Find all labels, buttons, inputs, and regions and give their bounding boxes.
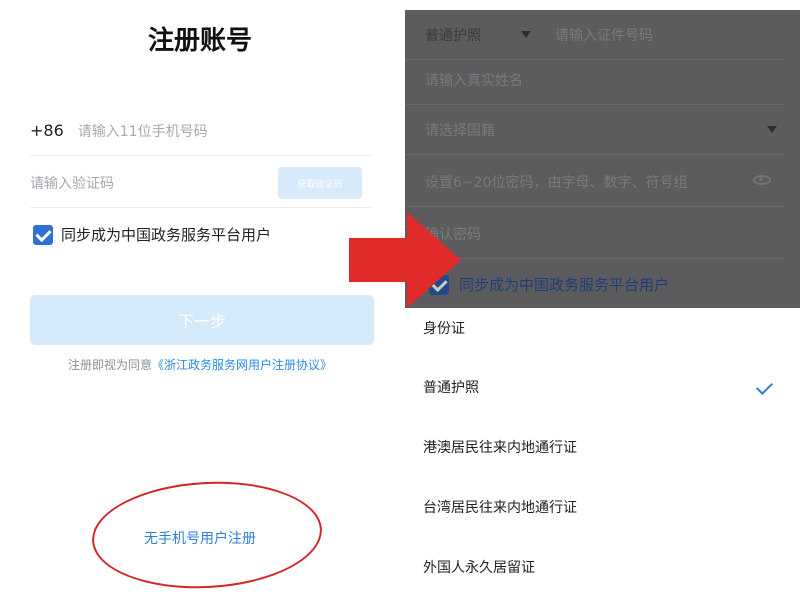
chevron-down-icon bbox=[521, 31, 531, 38]
nationality-row[interactable]: 请选择国籍 bbox=[405, 105, 785, 155]
option-passport[interactable]: 普通护照 bbox=[423, 372, 783, 402]
chevron-down-icon bbox=[767, 126, 777, 133]
password-row[interactable]: 设置6~20位密码，由字母、数字、符号组 bbox=[405, 157, 785, 207]
real-name-input[interactable]: 请输入真实姓名 bbox=[425, 70, 523, 90]
agreement-link[interactable]: 《浙江政务服务网用户注册协议》 bbox=[152, 358, 332, 372]
option-hk-macao-permit[interactable]: 港澳居民往来内地通行证 bbox=[423, 432, 783, 462]
checkmark-icon bbox=[756, 378, 773, 395]
country-code[interactable]: +86 bbox=[30, 121, 64, 140]
phone-input[interactable]: 请输入11位手机号码 bbox=[78, 121, 208, 141]
get-code-button[interactable]: 获取验证码 bbox=[278, 167, 362, 199]
document-number-input[interactable]: 请输入证件号码 bbox=[555, 25, 653, 45]
arrow-right-icon bbox=[349, 212, 461, 308]
verification-code-input[interactable]: 请输入验证码 bbox=[30, 173, 114, 193]
agreement-text: 注册即视为同意《浙江政务服务网用户注册协议》 bbox=[0, 356, 400, 373]
password-input[interactable]: 设置6~20位密码，由字母、数字、符号组 bbox=[425, 172, 687, 192]
next-button[interactable]: 下一步 bbox=[30, 295, 374, 345]
document-type-sheet: 身份证 普通护照 港澳居民往来内地通行证 台湾居民往来内地通行证 外国人永久居留… bbox=[405, 308, 800, 600]
document-type-select[interactable]: 普通护照 bbox=[425, 25, 481, 45]
sync-checkbox[interactable] bbox=[33, 224, 53, 245]
phone-input-row[interactable]: +86 请输入11位手机号码 bbox=[30, 106, 372, 156]
verification-code-row[interactable]: 请输入验证码 获取验证码 bbox=[30, 158, 372, 208]
page-title: 注册账号 bbox=[147, 26, 252, 56]
eye-icon[interactable] bbox=[753, 175, 771, 185]
option-label: 外国人永久居留证 bbox=[423, 560, 535, 576]
sync-checkbox-label: 同步成为中国政务服务平台用户 bbox=[61, 226, 272, 244]
phone-registration-panel: 注册账号 +86 请输入11位手机号码 请输入验证码 获取验证码 同步成为中国政… bbox=[0, 0, 400, 600]
option-permanent-residence[interactable]: 外国人永久居留证 bbox=[423, 552, 783, 582]
highlight-ellipse bbox=[89, 476, 325, 594]
option-label: 港澳居民往来内地通行证 bbox=[423, 440, 577, 456]
sync-checkbox-row[interactable]: 同步成为中国政务服务平台用户 bbox=[33, 224, 271, 245]
option-label: 台湾居民往来内地通行证 bbox=[423, 500, 577, 516]
nationality-select[interactable]: 请选择国籍 bbox=[425, 120, 495, 140]
sync-checkbox-label: 同步成为中国政务服务平台用户 bbox=[459, 276, 670, 294]
option-label: 普通护照 bbox=[423, 380, 479, 396]
option-taiwan-permit[interactable]: 台湾居民往来内地通行证 bbox=[423, 492, 783, 522]
option-label: 身份证 bbox=[423, 321, 465, 337]
document-type-row[interactable]: 普通护照 请输入证件号码 bbox=[405, 10, 785, 60]
name-row[interactable]: 请输入真实姓名 bbox=[405, 55, 785, 105]
agreement-prefix: 注册即视为同意 bbox=[67, 358, 152, 372]
option-id-card[interactable]: 身份证 bbox=[423, 313, 783, 343]
